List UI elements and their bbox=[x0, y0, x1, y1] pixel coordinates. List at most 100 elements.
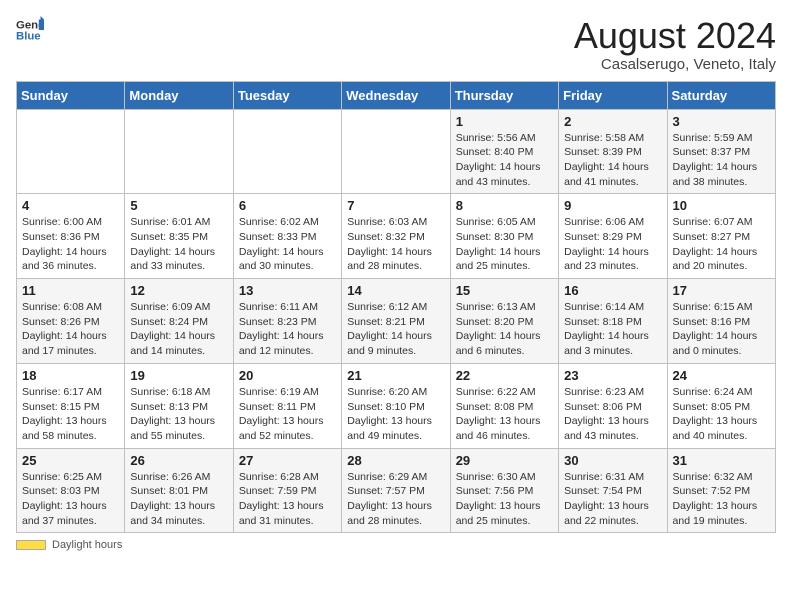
cell-info: Sunrise: 6:18 AM Sunset: 8:13 PM Dayligh… bbox=[130, 385, 227, 444]
cell-info: Sunrise: 6:24 AM Sunset: 8:05 PM Dayligh… bbox=[673, 385, 770, 444]
calendar-cell: 17Sunrise: 6:15 AM Sunset: 8:16 PM Dayli… bbox=[667, 279, 775, 364]
calendar-cell: 16 Sunrise: 6:14 AM Sunset: 8:18 PM Dayli… bbox=[559, 279, 667, 364]
daylight-bar-icon bbox=[16, 540, 46, 550]
calendar-cell: 22 Sunrise: 6:22 AM Sunset: 8:08 PM Dayli… bbox=[450, 363, 558, 448]
day-number: 24 bbox=[673, 368, 770, 383]
cell-info: Sunrise: 6:31 AM Sunset: 7:54 PM Dayligh… bbox=[564, 470, 661, 529]
day-number: 26 bbox=[130, 453, 227, 468]
day-number: 31 bbox=[673, 453, 770, 468]
calendar-cell: 11 Sunrise: 6:08 AM Sunset: 8:26 PM Dayli… bbox=[17, 279, 125, 364]
page-title: August 2024 bbox=[574, 16, 776, 56]
day-number: 16 bbox=[564, 283, 661, 298]
calendar-cell: 13 Sunrise: 6:11 AM Sunset: 8:23 PM Dayli… bbox=[233, 279, 341, 364]
cell-info: Sunrise: 5:56 AM Sunset: 8:40 PM Dayligh… bbox=[456, 131, 553, 190]
cell-info: Sunrise: 6:26 AM Sunset: 8:01 PM Dayligh… bbox=[130, 470, 227, 529]
weekday-header-sunday: Sunday bbox=[17, 81, 125, 109]
day-number: 6 bbox=[239, 198, 336, 213]
day-number: 13 bbox=[239, 283, 336, 298]
logo: General Blue bbox=[16, 16, 44, 44]
weekday-header-friday: Friday bbox=[559, 81, 667, 109]
calendar-cell: 24 Sunrise: 6:24 AM Sunset: 8:05 PM Dayli… bbox=[667, 363, 775, 448]
cell-info: Sunrise: 6:12 AM Sunset: 8:21 PM Dayligh… bbox=[347, 300, 444, 359]
day-number: 12 bbox=[130, 283, 227, 298]
calendar-cell: 23 Sunrise: 6:23 AM Sunset: 8:06 PM Dayli… bbox=[559, 363, 667, 448]
day-number: 29 bbox=[456, 453, 553, 468]
day-number: 15 bbox=[456, 283, 553, 298]
day-number: 18 bbox=[22, 368, 119, 383]
day-number: 9 bbox=[564, 198, 661, 213]
calendar-cell: 29Sunrise: 6:30 AM Sunset: 7:56 PM Dayli… bbox=[450, 448, 558, 533]
day-number: 21 bbox=[347, 368, 444, 383]
cell-info: Sunrise: 6:22 AM Sunset: 8:08 PM Dayligh… bbox=[456, 385, 553, 444]
day-number: 11 bbox=[22, 283, 119, 298]
calendar-cell: 21 Sunrise: 6:20 AM Sunset: 8:10 PM Dayli… bbox=[342, 363, 450, 448]
calendar-cell bbox=[17, 109, 125, 194]
calendar-cell bbox=[342, 109, 450, 194]
cell-info: Sunrise: 5:58 AM Sunset: 8:39 PM Dayligh… bbox=[564, 131, 661, 190]
cell-info: Sunrise: 6:11 AM Sunset: 8:23 PM Dayligh… bbox=[239, 300, 336, 359]
cell-info: Sunrise: 6:01 AM Sunset: 8:35 PM Dayligh… bbox=[130, 215, 227, 274]
day-number: 10 bbox=[673, 198, 770, 213]
cell-info: Sunrise: 6:14 AM Sunset: 8:18 PM Dayligh… bbox=[564, 300, 661, 359]
title-area: August 2024 Casalserugo, Veneto, Italy bbox=[574, 16, 776, 73]
svg-text:Blue: Blue bbox=[16, 31, 41, 43]
calendar-cell: 28Sunrise: 6:29 AM Sunset: 7:57 PM Dayli… bbox=[342, 448, 450, 533]
calendar-cell: 31 Sunrise: 6:32 AM Sunset: 7:52 PM Dayli… bbox=[667, 448, 775, 533]
calendar-cell: 26 Sunrise: 6:26 AM Sunset: 8:01 PM Dayli… bbox=[125, 448, 233, 533]
calendar-week-row: 25 Sunrise: 6:25 AM Sunset: 8:03 PM Dayli… bbox=[17, 448, 776, 533]
calendar-cell: 2Sunrise: 5:58 AM Sunset: 8:39 PM Daylig… bbox=[559, 109, 667, 194]
calendar-week-row: 4Sunrise: 6:00 AM Sunset: 8:36 PM Daylig… bbox=[17, 194, 776, 279]
weekday-header-monday: Monday bbox=[125, 81, 233, 109]
day-number: 25 bbox=[22, 453, 119, 468]
day-number: 20 bbox=[239, 368, 336, 383]
cell-info: Sunrise: 6:25 AM Sunset: 8:03 PM Dayligh… bbox=[22, 470, 119, 529]
weekday-header-wednesday: Wednesday bbox=[342, 81, 450, 109]
calendar-cell: 27 Sunrise: 6:28 AM Sunset: 7:59 PM Dayli… bbox=[233, 448, 341, 533]
day-number: 3 bbox=[673, 114, 770, 129]
calendar-week-row: 11 Sunrise: 6:08 AM Sunset: 8:26 PM Dayli… bbox=[17, 279, 776, 364]
cell-info: Sunrise: 6:06 AM Sunset: 8:29 PM Dayligh… bbox=[564, 215, 661, 274]
day-number: 30 bbox=[564, 453, 661, 468]
calendar-cell: 18 Sunrise: 6:17 AM Sunset: 8:15 PM Dayli… bbox=[17, 363, 125, 448]
day-number: 14 bbox=[347, 283, 444, 298]
calendar-week-row: 18 Sunrise: 6:17 AM Sunset: 8:15 PM Dayli… bbox=[17, 363, 776, 448]
weekday-header-row: SundayMondayTuesdayWednesdayThursdayFrid… bbox=[17, 81, 776, 109]
calendar-cell: 20 Sunrise: 6:19 AM Sunset: 8:11 PM Dayli… bbox=[233, 363, 341, 448]
calendar-cell: 15 Sunrise: 6:13 AM Sunset: 8:20 PM Dayli… bbox=[450, 279, 558, 364]
day-number: 1 bbox=[456, 114, 553, 129]
day-number: 28 bbox=[347, 453, 444, 468]
calendar-cell: 5 Sunrise: 6:01 AM Sunset: 8:35 PM Daylig… bbox=[125, 194, 233, 279]
day-number: 7 bbox=[347, 198, 444, 213]
day-number: 22 bbox=[456, 368, 553, 383]
footer-label: Daylight hours bbox=[52, 539, 122, 551]
calendar-cell: 25 Sunrise: 6:25 AM Sunset: 8:03 PM Dayli… bbox=[17, 448, 125, 533]
footer: Daylight hours bbox=[16, 539, 776, 551]
page-subtitle: Casalserugo, Veneto, Italy bbox=[574, 56, 776, 73]
calendar-cell: 1 Sunrise: 5:56 AM Sunset: 8:40 PM Daylig… bbox=[450, 109, 558, 194]
calendar-cell: 12Sunrise: 6:09 AM Sunset: 8:24 PM Dayli… bbox=[125, 279, 233, 364]
cell-info: Sunrise: 6:13 AM Sunset: 8:20 PM Dayligh… bbox=[456, 300, 553, 359]
cell-info: Sunrise: 6:07 AM Sunset: 8:27 PM Dayligh… bbox=[673, 215, 770, 274]
calendar-cell: 6 Sunrise: 6:02 AM Sunset: 8:33 PM Daylig… bbox=[233, 194, 341, 279]
cell-info: Sunrise: 6:08 AM Sunset: 8:26 PM Dayligh… bbox=[22, 300, 119, 359]
day-number: 23 bbox=[564, 368, 661, 383]
cell-info: Sunrise: 6:20 AM Sunset: 8:10 PM Dayligh… bbox=[347, 385, 444, 444]
calendar-cell: 7 Sunrise: 6:03 AM Sunset: 8:32 PM Daylig… bbox=[342, 194, 450, 279]
cell-info: Sunrise: 6:23 AM Sunset: 8:06 PM Dayligh… bbox=[564, 385, 661, 444]
cell-info: Sunrise: 6:19 AM Sunset: 8:11 PM Dayligh… bbox=[239, 385, 336, 444]
cell-info: Sunrise: 6:02 AM Sunset: 8:33 PM Dayligh… bbox=[239, 215, 336, 274]
calendar-table: SundayMondayTuesdayWednesdayThursdayFrid… bbox=[16, 81, 776, 534]
cell-info: Sunrise: 6:15 AM Sunset: 8:16 PM Dayligh… bbox=[673, 300, 770, 359]
day-number: 5 bbox=[130, 198, 227, 213]
cell-info: Sunrise: 6:17 AM Sunset: 8:15 PM Dayligh… bbox=[22, 385, 119, 444]
cell-info: Sunrise: 6:32 AM Sunset: 7:52 PM Dayligh… bbox=[673, 470, 770, 529]
day-number: 8 bbox=[456, 198, 553, 213]
day-number: 27 bbox=[239, 453, 336, 468]
calendar-cell: 4Sunrise: 6:00 AM Sunset: 8:36 PM Daylig… bbox=[17, 194, 125, 279]
calendar-cell: 9 Sunrise: 6:06 AM Sunset: 8:29 PM Daylig… bbox=[559, 194, 667, 279]
cell-info: Sunrise: 5:59 AM Sunset: 8:37 PM Dayligh… bbox=[673, 131, 770, 190]
cell-info: Sunrise: 6:03 AM Sunset: 8:32 PM Dayligh… bbox=[347, 215, 444, 274]
calendar-cell: 19Sunrise: 6:18 AM Sunset: 8:13 PM Dayli… bbox=[125, 363, 233, 448]
cell-info: Sunrise: 6:28 AM Sunset: 7:59 PM Dayligh… bbox=[239, 470, 336, 529]
weekday-header-tuesday: Tuesday bbox=[233, 81, 341, 109]
